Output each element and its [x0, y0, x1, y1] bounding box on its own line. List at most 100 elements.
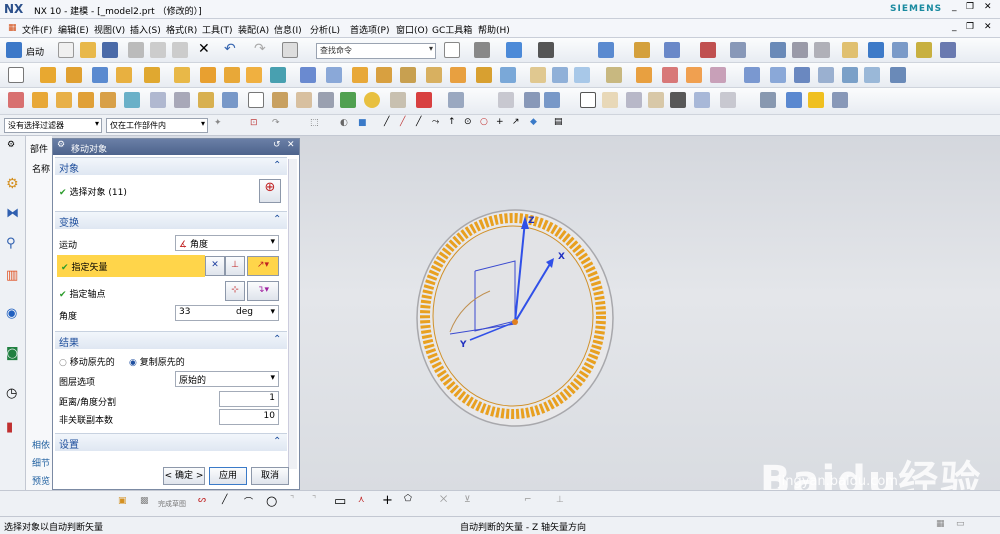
menu-gc-toolbox[interactable]: GC工具箱: [432, 23, 472, 36]
constraint-navigator-icon[interactable]: ⚲: [6, 236, 16, 251]
menu-window[interactable]: 窗口(O): [396, 23, 428, 36]
quick-check-icon[interactable]: [832, 92, 848, 108]
sweep-icon[interactable]: [552, 67, 568, 83]
offset-icon[interactable]: ⌐: [524, 495, 532, 505]
object-section-header[interactable]: 对象 ⌃: [55, 157, 287, 175]
cancel-button[interactable]: 取消: [251, 467, 289, 485]
start-icon[interactable]: [6, 42, 22, 58]
dialog-scrollbar[interactable]: [288, 159, 297, 469]
doc-restore-icon[interactable]: ❐: [966, 22, 974, 32]
menu-assembly[interactable]: 装配(A): [238, 23, 269, 36]
spring-icon[interactable]: [32, 92, 48, 108]
snap-point-icon[interactable]: +: [496, 117, 504, 127]
menu-icon[interactable]: ▦: [8, 23, 17, 33]
fit-class-icon[interactable]: [720, 92, 736, 108]
snap-endpoint-icon[interactable]: ╱: [384, 117, 389, 127]
offset-face-icon[interactable]: [476, 67, 492, 83]
move-face-icon[interactable]: [662, 67, 678, 83]
revolve-icon[interactable]: [66, 67, 82, 83]
assembly-icon[interactable]: [770, 42, 786, 58]
thicken-icon[interactable]: [500, 67, 516, 83]
hd3d-icon[interactable]: ◉: [6, 306, 17, 321]
settings-gear-icon[interactable]: ⚙: [7, 140, 15, 150]
axis-icon[interactable]: [416, 92, 432, 108]
new-icon[interactable]: [58, 42, 74, 58]
gear-modeling-icon[interactable]: [8, 92, 24, 108]
pen-icon[interactable]: [786, 92, 802, 108]
circle-icon[interactable]: ○: [266, 494, 277, 509]
hole-icon[interactable]: [144, 67, 160, 83]
restore-icon[interactable]: ❐: [966, 2, 974, 12]
thread-icon[interactable]: [606, 67, 622, 83]
copy-original-radio[interactable]: ◉ 复制原先的: [129, 355, 185, 368]
transform-section-header[interactable]: 变换 ⌃: [55, 211, 287, 229]
attribute-icon[interactable]: [272, 92, 288, 108]
reverse-direction-icon[interactable]: ✕: [205, 256, 225, 276]
snap-midpoint-icon[interactable]: ╱: [400, 117, 405, 127]
menu-preferences[interactable]: 首选项(P): [350, 23, 389, 36]
layer-option-select[interactable]: 原始的 ▾: [175, 371, 279, 387]
trim-sheet-icon[interactable]: [890, 67, 906, 83]
selection-filter-select[interactable]: 没有选择过滤器: [4, 118, 102, 133]
start-button[interactable]: 启动: [26, 45, 44, 58]
specify-vector-row[interactable]: ✔ 指定矢量: [57, 255, 205, 277]
navigator-preview[interactable]: 预览: [32, 474, 50, 487]
collapse-icon[interactable]: ⌃: [273, 436, 281, 447]
spline-icon[interactable]: [340, 92, 356, 108]
menu-insert[interactable]: 插入(S): [130, 23, 161, 36]
subtract-icon[interactable]: [270, 67, 286, 83]
snap-surface-icon[interactable]: ◆: [530, 117, 537, 127]
snap-tangent-icon[interactable]: ↑: [448, 117, 456, 127]
weld-icon[interactable]: [56, 92, 72, 108]
constraints-icon[interactable]: [792, 42, 808, 58]
menu-analysis[interactable]: 分析(L): [310, 23, 340, 36]
navigator-details[interactable]: 细节: [32, 456, 50, 469]
wcs-icon[interactable]: [700, 42, 716, 58]
graphics-viewport[interactable]: Z X Y Baidu经验 jingyan.baidu.com: [300, 136, 1000, 504]
cylinder-icon[interactable]: [116, 67, 132, 83]
sync-modeling-icon[interactable]: [636, 67, 652, 83]
sheet-metal-icon[interactable]: [296, 92, 312, 108]
csv-import-icon[interactable]: [248, 92, 264, 108]
distance-divisions-input[interactable]: 1: [219, 391, 279, 407]
measure-icon[interactable]: [730, 42, 746, 58]
background-icon[interactable]: [538, 42, 554, 58]
sew-icon[interactable]: [842, 67, 858, 83]
emboss-icon[interactable]: [530, 67, 546, 83]
pattern-feature-icon[interactable]: [224, 67, 240, 83]
draft-check-icon[interactable]: [390, 92, 406, 108]
status-window-icon[interactable]: ▭: [956, 519, 965, 529]
spline-sketch-icon[interactable]: ⬠: [404, 494, 412, 504]
motion-select[interactable]: ∡ 角度 ▾: [175, 235, 279, 251]
key-icon[interactable]: [150, 92, 166, 108]
doc-close-icon[interactable]: ✕: [984, 22, 992, 32]
mirror-assembly-icon[interactable]: [892, 42, 908, 58]
pocket-icon[interactable]: [200, 67, 216, 83]
select-solid-icon[interactable]: ◐: [340, 118, 348, 128]
bounded-plane-icon[interactable]: [818, 67, 834, 83]
snap-control-icon[interactable]: ╱: [416, 117, 421, 127]
settings-section-header[interactable]: 设置 ⌃: [55, 433, 287, 451]
arrangement-icon[interactable]: [814, 42, 830, 58]
bolt-icon[interactable]: [222, 92, 238, 108]
save-icon[interactable]: [102, 42, 118, 58]
part-navigator-icon[interactable]: ⚙: [6, 176, 19, 192]
groove-icon[interactable]: [124, 92, 140, 108]
sketch-icon[interactable]: [8, 67, 24, 83]
shaded-icon[interactable]: [506, 42, 522, 58]
reuse-library-icon[interactable]: ▥: [6, 268, 18, 283]
chamfer-sketch-icon[interactable]: ⌝: [312, 495, 316, 505]
select-body-icon[interactable]: ■: [358, 118, 367, 128]
copy-icon[interactable]: [150, 42, 166, 58]
wave-icon[interactable]: [868, 42, 884, 58]
navigator-column-name[interactable]: 名称: [32, 162, 50, 175]
select-object-crosshair-icon[interactable]: ⊕: [259, 179, 281, 203]
web-browser-icon[interactable]: ◙: [6, 346, 19, 361]
reference-set-icon[interactable]: [842, 42, 858, 58]
dialog-close-icon[interactable]: ✕: [287, 140, 295, 150]
navigator-dependencies[interactable]: 相依: [32, 438, 50, 451]
point-sketch-icon[interactable]: +: [382, 493, 393, 508]
palette-icon[interactable]: ▮: [6, 420, 13, 435]
fastener-icon[interactable]: [174, 92, 190, 108]
menu-file[interactable]: 文件(F): [22, 23, 52, 36]
